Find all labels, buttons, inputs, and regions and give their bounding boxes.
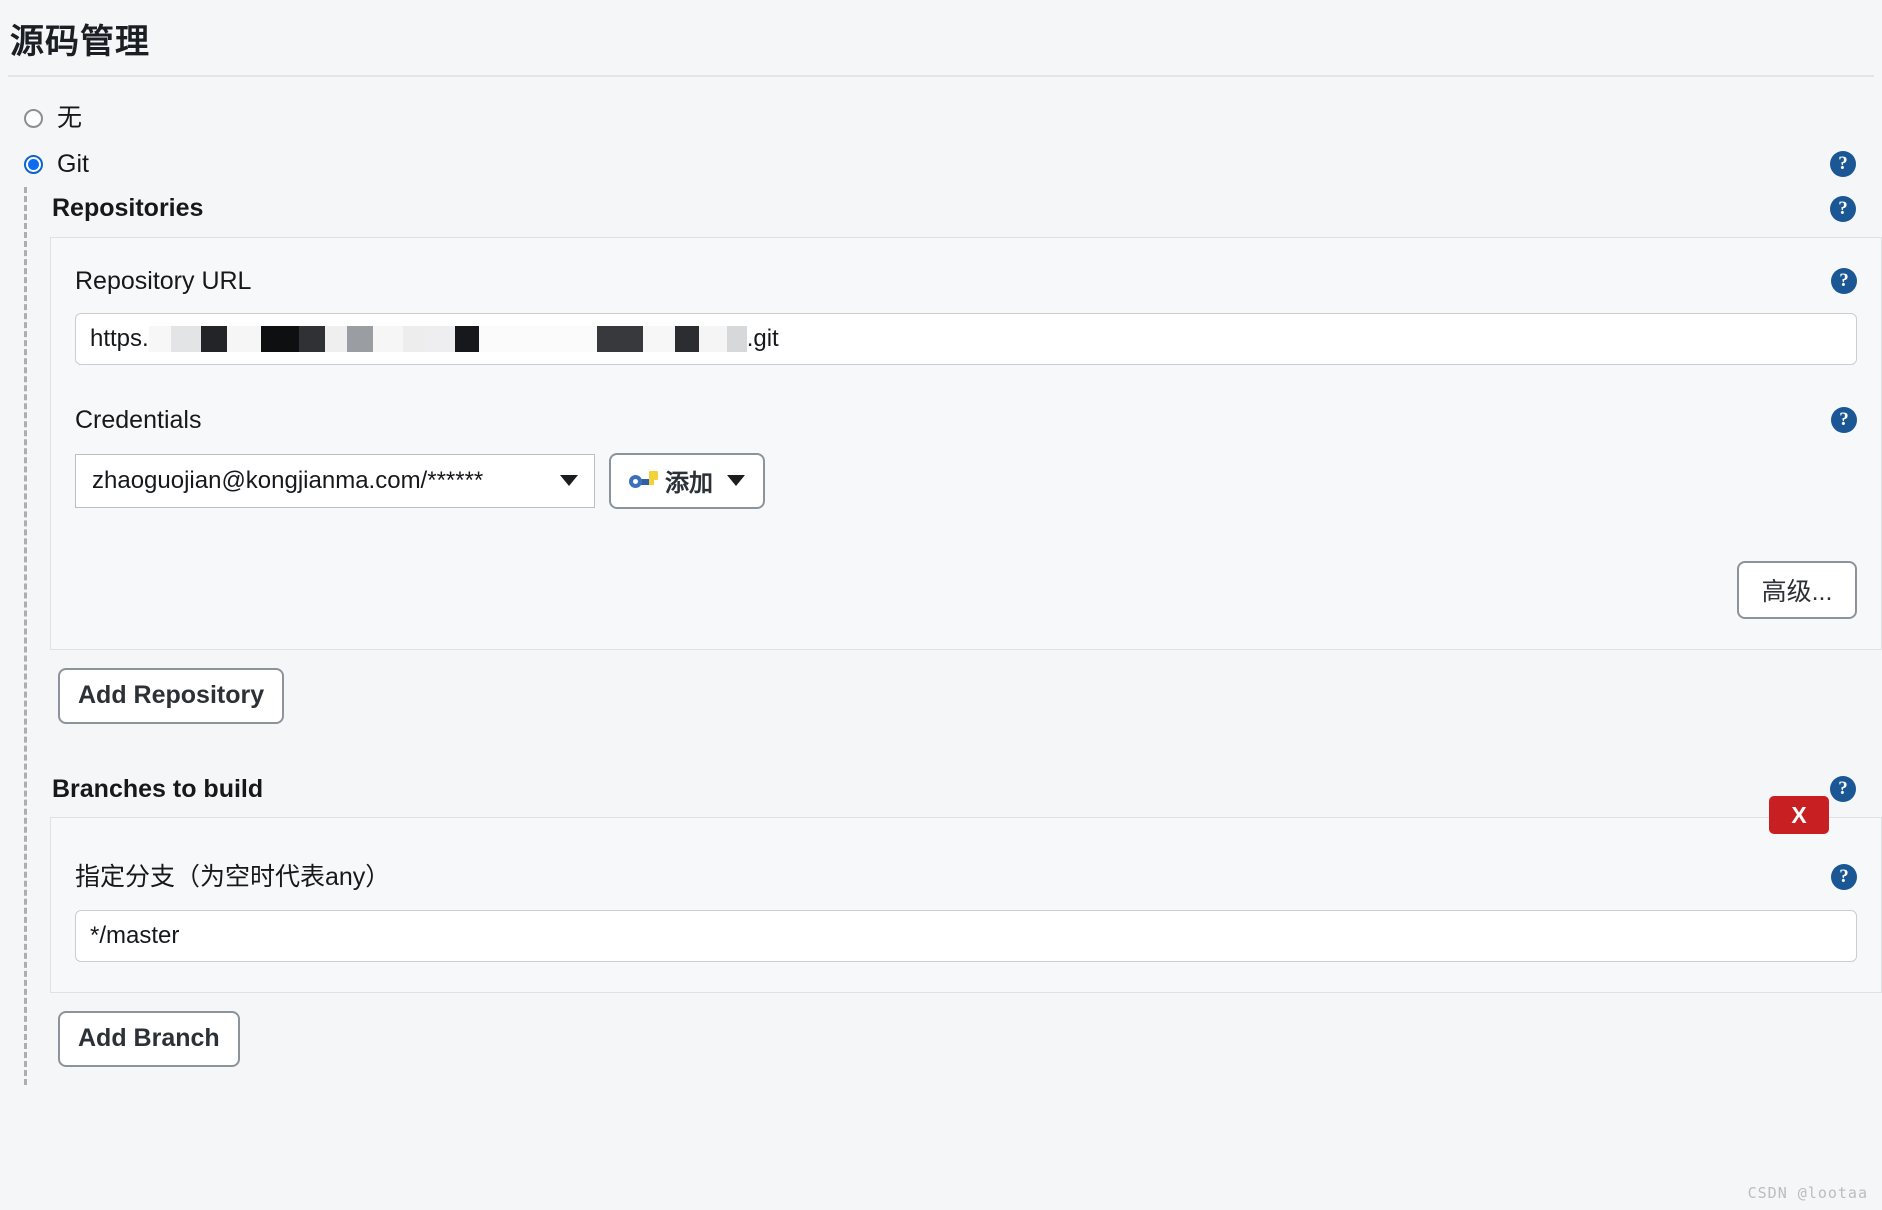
branches-section: Branches to build ? X 指定分支（为空时代表any） ? A… <box>50 774 1882 1067</box>
add-repository-button[interactable]: Add Repository <box>58 667 285 724</box>
repositories-header: Repositories ? <box>50 194 1882 223</box>
redaction-block <box>226 326 261 352</box>
redaction-block <box>148 326 171 352</box>
radio-git[interactable] <box>24 154 43 174</box>
redaction-block <box>200 326 227 352</box>
title-divider <box>8 75 1874 77</box>
repository-url-label: Repository URL <box>75 266 252 295</box>
watermark: CSDN @lootaa <box>1747 1184 1868 1202</box>
scm-option-none[interactable]: 无 <box>0 95 1882 141</box>
redaction-block <box>298 326 325 352</box>
add-branch-button[interactable]: Add Branch <box>58 1010 240 1067</box>
scm-option-none-label: 无 <box>57 103 83 132</box>
page-title: 源码管理 <box>10 23 150 61</box>
branch-specifier-input[interactable] <box>75 909 1857 962</box>
branch-panel: X 指定分支（为空时代表any） ? <box>50 796 1882 993</box>
redaction-block <box>698 326 727 352</box>
redaction-block <box>402 326 425 352</box>
branches-label: Branches to build <box>52 774 264 803</box>
repositories-label: Repositories <box>52 194 204 222</box>
credentials-select[interactable]: zhaoguojian@kongjianma.com/****** <box>75 453 595 508</box>
redaction-block <box>642 326 675 352</box>
credentials-selected-value: zhaoguojian@kongjianma.com/****** <box>92 466 484 494</box>
chevron-down-icon <box>727 475 745 486</box>
key-icon <box>629 470 659 492</box>
repository-url-row: Repository URL ? <box>75 266 1857 296</box>
redaction-block <box>478 326 597 352</box>
redaction-block <box>260 326 299 352</box>
redaction-block <box>346 326 373 352</box>
radio-none[interactable] <box>24 108 43 128</box>
help-icon-git[interactable]: ? <box>1830 151 1856 177</box>
help-icon-repositories[interactable]: ? <box>1830 195 1856 222</box>
redaction-block <box>324 326 347 352</box>
branch-specifier-row: 指定分支（为空时代表any） ? <box>75 863 1857 892</box>
help-icon-branch-specifier[interactable]: ? <box>1831 864 1857 890</box>
credentials-controls: zhaoguojian@kongjianma.com/****** 添加 <box>75 452 1857 509</box>
credentials-label: Credentials <box>75 406 202 434</box>
chevron-down-icon <box>560 475 578 486</box>
redaction-block <box>596 326 643 352</box>
repository-url-suffix: .git <box>746 325 779 352</box>
branch-specifier-label: 指定分支（为空时代表any） <box>75 863 391 891</box>
help-icon-credentials[interactable]: ? <box>1831 407 1857 433</box>
repository-url-input[interactable]: https. .git <box>75 313 1857 365</box>
delete-branch-button[interactable]: X <box>1769 796 1829 834</box>
git-config-block: Repositories ? Repository URL ? https. .… <box>24 187 1882 1084</box>
branches-header: Branches to build ? <box>50 774 1882 804</box>
scm-option-git-label: Git <box>57 149 89 178</box>
repository-url-prefix: https. <box>90 325 149 352</box>
advanced-button[interactable]: 高级... <box>1737 560 1857 619</box>
credentials-row: Credentials ? <box>75 406 1857 435</box>
add-credentials-button[interactable]: 添加 <box>609 452 765 509</box>
scm-option-git[interactable]: Git ? <box>0 141 1882 187</box>
redaction-block <box>372 326 403 352</box>
add-credentials-label: 添加 <box>665 470 713 497</box>
redaction-block <box>170 326 201 352</box>
redaction-block <box>674 326 699 352</box>
advanced-row: 高级... <box>75 560 1857 619</box>
help-icon-branches[interactable]: ? <box>1830 776 1856 803</box>
repository-panel: Repository URL ? https. .git Credentials… <box>50 236 1882 650</box>
redaction-block <box>424 326 455 352</box>
redaction-block <box>726 326 747 352</box>
redaction-block <box>454 326 479 352</box>
help-icon-repository-url[interactable]: ? <box>1831 267 1857 294</box>
redaction-blocks <box>148 326 747 352</box>
